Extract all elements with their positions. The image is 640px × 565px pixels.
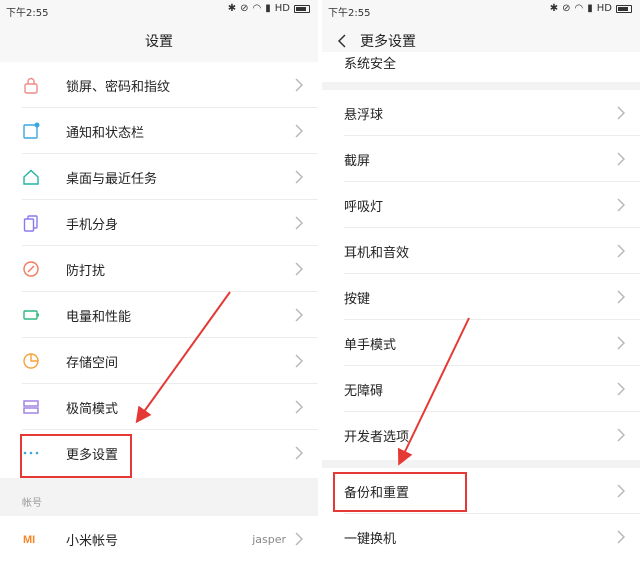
list-item-label: 按键	[344, 291, 371, 307]
more-settings-item-items-2[interactable]: 呼吸灯	[322, 182, 640, 228]
more-settings-item-items-7[interactable]: 开发者选项	[322, 412, 640, 458]
list-item-label: 悬浮球	[344, 107, 384, 123]
settings-item-0[interactable]: 锁屏、密码和指纹	[0, 62, 318, 108]
chevron-right-icon	[617, 198, 625, 212]
settings-item-2[interactable]: 桌面与最近任务	[0, 154, 318, 200]
settings-item-label: 防打扰	[66, 263, 106, 279]
home-icon	[23, 169, 39, 185]
bluetooth-icon: ✱	[227, 3, 237, 14]
network-type: HD	[274, 3, 290, 14]
list-item-label: 系统安全	[344, 56, 397, 72]
section-gap	[322, 82, 640, 90]
lock-icon	[24, 77, 38, 94]
account-row[interactable]: MI 小米帐号 jasper	[0, 516, 318, 562]
chevron-right-icon	[617, 336, 625, 350]
do-not-disturb-icon	[23, 261, 39, 277]
more-settings-item-items-1[interactable]: 截屏	[322, 136, 640, 182]
dual-phone-icon	[23, 215, 38, 232]
status-icons: ✱ ⊘ ◠ ▮ HD	[228, 3, 310, 14]
highlight-box-more-settings	[20, 434, 132, 478]
notification-icon	[23, 122, 40, 139]
list-item-label: 单手模式	[344, 337, 397, 353]
account-value: jasper	[252, 532, 286, 546]
chevron-right-icon	[295, 170, 303, 184]
svg-text:MI: MI	[23, 534, 35, 546]
account-label: 小米帐号	[66, 533, 119, 549]
signal-icon: ▮	[587, 3, 593, 14]
more-settings-item-items-6[interactable]: 无障碍	[322, 366, 640, 412]
settings-item-label: 通知和状态栏	[66, 125, 145, 141]
settings-item-label: 锁屏、密码和指纹	[66, 79, 171, 95]
settings-item-label: 电量和性能	[66, 309, 132, 325]
chevron-right-icon	[617, 106, 625, 120]
section-gap	[322, 460, 640, 468]
highlight-box-backup-reset	[333, 472, 467, 512]
alarm-icon: ⊘	[240, 3, 249, 14]
battery-status-icon	[294, 4, 310, 13]
more-settings-item-items-4[interactable]: 按键	[322, 274, 640, 320]
settings-item-4[interactable]: 防打扰	[0, 246, 318, 292]
status-bar: 下午2:55 ✱ ⊘ ◠ ▮ HD	[322, 0, 640, 20]
account-list: MI 小米帐号 jasper	[0, 516, 318, 565]
list-item-label: 耳机和音效	[344, 245, 410, 261]
settings-item-label: 手机分身	[66, 217, 119, 233]
list-item-label: 一键换机	[344, 531, 397, 547]
chevron-right-icon	[295, 216, 303, 230]
settings-item-3[interactable]: 手机分身	[0, 200, 318, 246]
top-partial-list: 系统安全	[322, 52, 640, 82]
chevron-right-icon	[617, 244, 625, 258]
list-item-label: 呼吸灯	[344, 199, 384, 215]
more-settings-item-items2-1[interactable]: 一键换机	[322, 514, 640, 560]
battery-status-icon	[616, 4, 632, 13]
settings-item-5[interactable]: 电量和性能	[0, 292, 318, 338]
status-bar: 下午2:55 ✱ ⊘ ◠ ▮ HD	[0, 0, 318, 20]
chevron-right-icon	[295, 354, 303, 368]
list-item-label: 无障碍	[344, 383, 384, 399]
section-label-account: 帐号	[22, 498, 42, 509]
list-item-label: 开发者选项	[344, 429, 410, 445]
battery-icon	[23, 310, 39, 320]
mi-logo-icon: MI	[23, 534, 35, 546]
settings-item-1[interactable]: 通知和状态栏	[0, 108, 318, 154]
more-settings-item-items-5[interactable]: 单手模式	[322, 320, 640, 366]
alarm-icon: ⊘	[562, 3, 571, 14]
settings-list: 锁屏、密码和指纹 通知和状态栏 桌面与最近任务 手机分身防打扰电量和性能存储空间极简模…	[0, 62, 318, 478]
chevron-right-icon	[617, 152, 625, 166]
chevron-right-icon	[295, 308, 303, 322]
simple-mode-icon	[23, 400, 39, 414]
chevron-right-icon	[617, 382, 625, 396]
settings-item-label: 极简模式	[66, 401, 119, 417]
chevron-right-icon	[295, 124, 303, 138]
storage-icon	[23, 353, 39, 369]
settings-screen: 下午2:55 ✱ ⊘ ◠ ▮ HD 设置 锁屏、密码和指纹 通知和状态栏 桌面与最近…	[0, 0, 318, 565]
signal-icon: ▮	[265, 3, 271, 14]
settings-item-label: 桌面与最近任务	[66, 171, 158, 187]
chevron-right-icon	[295, 446, 303, 460]
settings-item-6[interactable]: 存储空间	[0, 338, 318, 384]
list-item-system-security[interactable]: 系统安全	[322, 44, 640, 80]
chevron-right-icon	[295, 532, 303, 546]
chevron-right-icon	[617, 530, 625, 544]
more-settings-item-items-3[interactable]: 耳机和音效	[322, 228, 640, 274]
chevron-right-icon	[617, 428, 625, 442]
list-item-label: 截屏	[344, 153, 371, 169]
wifi-icon: ◠	[574, 3, 584, 14]
chevron-right-icon	[295, 400, 303, 414]
chevron-right-icon	[295, 78, 303, 92]
status-time: 下午2:55	[6, 8, 49, 19]
settings-item-7[interactable]: 极简模式	[0, 384, 318, 430]
page-title: 设置	[145, 34, 173, 50]
chevron-right-icon	[617, 290, 625, 304]
status-time: 下午2:55	[328, 8, 371, 19]
section-header: 帐号	[0, 478, 318, 516]
chevron-right-icon	[617, 484, 625, 498]
settings-item-label: 存储空间	[66, 355, 119, 371]
network-type: HD	[596, 3, 612, 14]
bluetooth-icon: ✱	[549, 3, 559, 14]
status-icons: ✱ ⊘ ◠ ▮ HD	[550, 3, 632, 14]
wifi-icon: ◠	[252, 3, 262, 14]
more-settings-list: 悬浮球截屏呼吸灯耳机和音效按键单手模式无障碍开发者选项	[322, 90, 640, 460]
more-settings-item-items-0[interactable]: 悬浮球	[322, 90, 640, 136]
chevron-right-icon	[295, 262, 303, 276]
